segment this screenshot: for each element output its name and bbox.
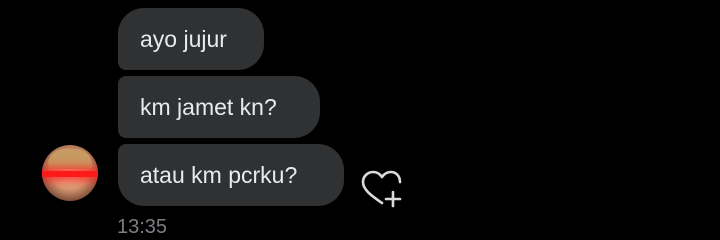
avatar[interactable] [42,145,98,201]
message-text: atau km pcrku? [140,161,298,188]
message-timestamp: 13:35 [117,216,168,238]
avatar-laser-eyes [42,171,98,177]
heart-plus-icon[interactable] [360,170,404,208]
message-bubble[interactable]: atau km pcrku? [118,144,344,206]
message-text: km jamet kn? [140,93,277,120]
message-text: ayo jujur [140,25,227,52]
message-bubble[interactable]: ayo jujur [118,8,264,70]
message-bubble[interactable]: km jamet kn? [118,76,320,138]
avatar-hair [48,149,92,169]
message-thread: ayo jujur km jamet kn? atau km pcrku? 13… [0,0,720,240]
